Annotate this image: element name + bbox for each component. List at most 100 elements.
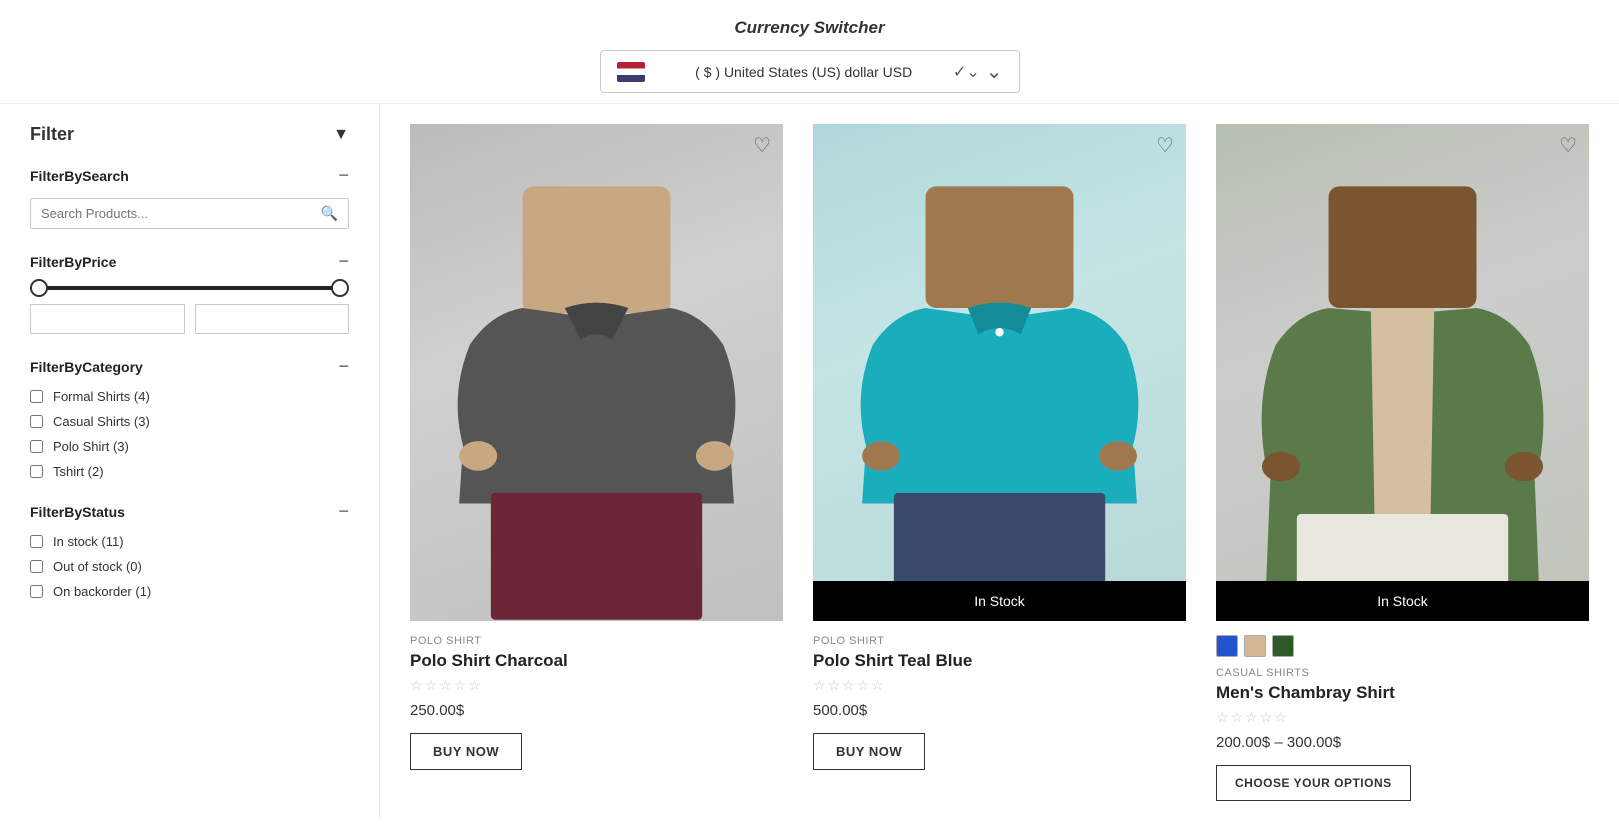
product-category-2: POLO SHIRT bbox=[813, 635, 1186, 647]
filter-funnel-icon: ▼ bbox=[333, 126, 349, 144]
color-swatch-tan[interactable] bbox=[1244, 635, 1266, 657]
filter-header: Filter ▼ bbox=[30, 124, 349, 145]
filter-category-label: FilterByCategory bbox=[30, 359, 143, 375]
product-image-charcoal: ♡ bbox=[410, 124, 783, 621]
star-1-1: ☆ bbox=[410, 677, 423, 694]
product-name-1: Polo Shirt Charcoal bbox=[410, 651, 783, 671]
star-rating-3: ☆ ☆ ☆ ☆ ☆ bbox=[1216, 709, 1589, 726]
star-1-3: ☆ bbox=[439, 677, 452, 694]
product-category-3: CASUAL SHIRTS bbox=[1216, 667, 1589, 679]
category-item-casual-shirts[interactable]: Casual Shirts (3) bbox=[30, 414, 349, 429]
currency-switcher-title: Currency Switcher bbox=[0, 18, 1619, 38]
price-inputs: 0 800 bbox=[30, 304, 349, 334]
filter-category-collapse-icon[interactable]: − bbox=[338, 356, 349, 377]
filter-by-category-section: FilterByCategory − Formal Shirts (4) Cas… bbox=[30, 356, 349, 479]
star-1-2: ☆ bbox=[425, 677, 438, 694]
product-card-3: ♡ In Stock CASUAL SHIRTS Men's Chambray … bbox=[1216, 124, 1589, 801]
product-info-1: POLO SHIRT Polo Shirt Charcoal ☆ ☆ ☆ ☆ ☆… bbox=[410, 621, 783, 770]
category-item-polo-shirt[interactable]: Polo Shirt (3) bbox=[30, 439, 349, 454]
color-swatches-3 bbox=[1216, 635, 1589, 657]
wishlist-button-1[interactable]: ♡ bbox=[753, 136, 771, 156]
us-flag-icon bbox=[617, 62, 645, 82]
category-label-formal-shirts: Formal Shirts (4) bbox=[53, 389, 150, 404]
product-image-svg-teal bbox=[841, 174, 1158, 622]
status-checkbox-on-backorder[interactable] bbox=[30, 585, 43, 598]
product-info-3: CASUAL SHIRTS Men's Chambray Shirt ☆ ☆ ☆… bbox=[1216, 621, 1589, 801]
filter-search-header: FilterBySearch − bbox=[30, 165, 349, 186]
category-label-casual-shirts: Casual Shirts (3) bbox=[53, 414, 150, 429]
filter-title: Filter bbox=[30, 124, 74, 145]
currency-switcher-section: Currency Switcher ( $ ) United States (U… bbox=[0, 0, 1619, 104]
search-box: 🔍 bbox=[30, 198, 349, 229]
currency-label: ( $ ) United States (US) dollar USD bbox=[655, 64, 953, 80]
filter-search-collapse-icon[interactable]: − bbox=[338, 165, 349, 186]
star-rating-1: ☆ ☆ ☆ ☆ ☆ bbox=[410, 677, 783, 694]
buy-now-button-1[interactable]: BUY NOW bbox=[410, 733, 522, 770]
price-slider-thumb-left[interactable] bbox=[30, 279, 48, 297]
color-swatch-blue[interactable] bbox=[1216, 635, 1238, 657]
product-area: ♡ POLO SHIRT Polo Shirt Charcoal ☆ ☆ ☆ ☆… bbox=[380, 104, 1619, 821]
filter-status-collapse-icon[interactable]: − bbox=[338, 501, 349, 522]
filter-price-header: FilterByPrice − bbox=[30, 251, 349, 272]
chevron-down-icon: ✓⌄ bbox=[953, 62, 980, 82]
status-checkbox-out-of-stock[interactable] bbox=[30, 560, 43, 573]
product-price-2: 500.00$ bbox=[813, 702, 1186, 719]
product-price-3: 200.00$ – 300.00$ bbox=[1216, 734, 1589, 751]
star-3-5: ☆ bbox=[1274, 709, 1287, 726]
status-item-in-stock[interactable]: In stock (11) bbox=[30, 534, 349, 549]
product-image-svg-green bbox=[1244, 174, 1561, 622]
star-2-2: ☆ bbox=[828, 677, 841, 694]
star-3-1: ☆ bbox=[1216, 709, 1229, 726]
wishlist-button-3[interactable]: ♡ bbox=[1559, 136, 1577, 156]
product-image-svg-charcoal bbox=[438, 174, 755, 622]
product-grid: ♡ POLO SHIRT Polo Shirt Charcoal ☆ ☆ ☆ ☆… bbox=[410, 124, 1589, 801]
category-list: Formal Shirts (4) Casual Shirts (3) Polo… bbox=[30, 389, 349, 479]
wishlist-button-2[interactable]: ♡ bbox=[1156, 136, 1174, 156]
status-checkbox-in-stock[interactable] bbox=[30, 535, 43, 548]
status-item-out-of-stock[interactable]: Out of stock (0) bbox=[30, 559, 349, 574]
status-label-on-backorder: On backorder (1) bbox=[53, 584, 151, 599]
category-checkbox-formal-shirts[interactable] bbox=[30, 390, 43, 403]
currency-dropdown[interactable]: ( $ ) United States (US) dollar USD ✓⌄ ⌄ bbox=[600, 50, 1020, 93]
category-label-tshirt: Tshirt (2) bbox=[53, 464, 104, 479]
category-label-polo-shirt: Polo Shirt (3) bbox=[53, 439, 129, 454]
status-item-on-backorder[interactable]: On backorder (1) bbox=[30, 584, 349, 599]
product-info-2: POLO SHIRT Polo Shirt Teal Blue ☆ ☆ ☆ ☆ … bbox=[813, 621, 1186, 770]
product-price-1: 250.00$ bbox=[410, 702, 783, 719]
category-checkbox-tshirt[interactable] bbox=[30, 465, 43, 478]
star-rating-2: ☆ ☆ ☆ ☆ ☆ bbox=[813, 677, 1186, 694]
product-name-2: Polo Shirt Teal Blue bbox=[813, 651, 1186, 671]
star-3-2: ☆ bbox=[1231, 709, 1244, 726]
in-stock-badge-3: In Stock bbox=[1216, 581, 1589, 621]
category-item-formal-shirts[interactable]: Formal Shirts (4) bbox=[30, 389, 349, 404]
star-2-3: ☆ bbox=[842, 677, 855, 694]
filter-search-label: FilterBySearch bbox=[30, 168, 129, 184]
choose-options-button-3[interactable]: CHOOSE YOUR OPTIONS bbox=[1216, 765, 1411, 801]
price-max-input[interactable]: 800 bbox=[195, 304, 350, 334]
status-list: In stock (11) Out of stock (0) On backor… bbox=[30, 534, 349, 599]
star-3-3: ☆ bbox=[1245, 709, 1258, 726]
color-swatch-green[interactable] bbox=[1272, 635, 1294, 657]
star-2-1: ☆ bbox=[813, 677, 826, 694]
filter-by-search-section: FilterBySearch − 🔍 bbox=[30, 165, 349, 229]
filter-by-status-section: FilterByStatus − In stock (11) Out of st… bbox=[30, 501, 349, 599]
star-1-4: ☆ bbox=[454, 677, 467, 694]
product-card-2: ♡ In Stock POLO SHIRT Polo Shirt Teal Bl… bbox=[813, 124, 1186, 801]
product-category-1: POLO SHIRT bbox=[410, 635, 783, 647]
category-checkbox-casual-shirts[interactable] bbox=[30, 415, 43, 428]
price-min-input[interactable]: 0 bbox=[30, 304, 185, 334]
buy-now-button-2[interactable]: BUY NOW bbox=[813, 733, 925, 770]
filter-price-collapse-icon[interactable]: − bbox=[338, 251, 349, 272]
star-3-4: ☆ bbox=[1260, 709, 1273, 726]
star-2-5: ☆ bbox=[871, 677, 884, 694]
dropdown-arrow-icon: ⌄ bbox=[986, 59, 1003, 84]
search-input[interactable] bbox=[41, 206, 321, 221]
category-item-tshirt[interactable]: Tshirt (2) bbox=[30, 464, 349, 479]
product-name-3: Men's Chambray Shirt bbox=[1216, 683, 1589, 703]
price-slider-track[interactable] bbox=[30, 286, 349, 290]
price-slider-thumb-right[interactable] bbox=[331, 279, 349, 297]
status-label-out-of-stock: Out of stock (0) bbox=[53, 559, 142, 574]
category-checkbox-polo-shirt[interactable] bbox=[30, 440, 43, 453]
in-stock-badge-2: In Stock bbox=[813, 581, 1186, 621]
search-icon: 🔍 bbox=[321, 205, 338, 222]
